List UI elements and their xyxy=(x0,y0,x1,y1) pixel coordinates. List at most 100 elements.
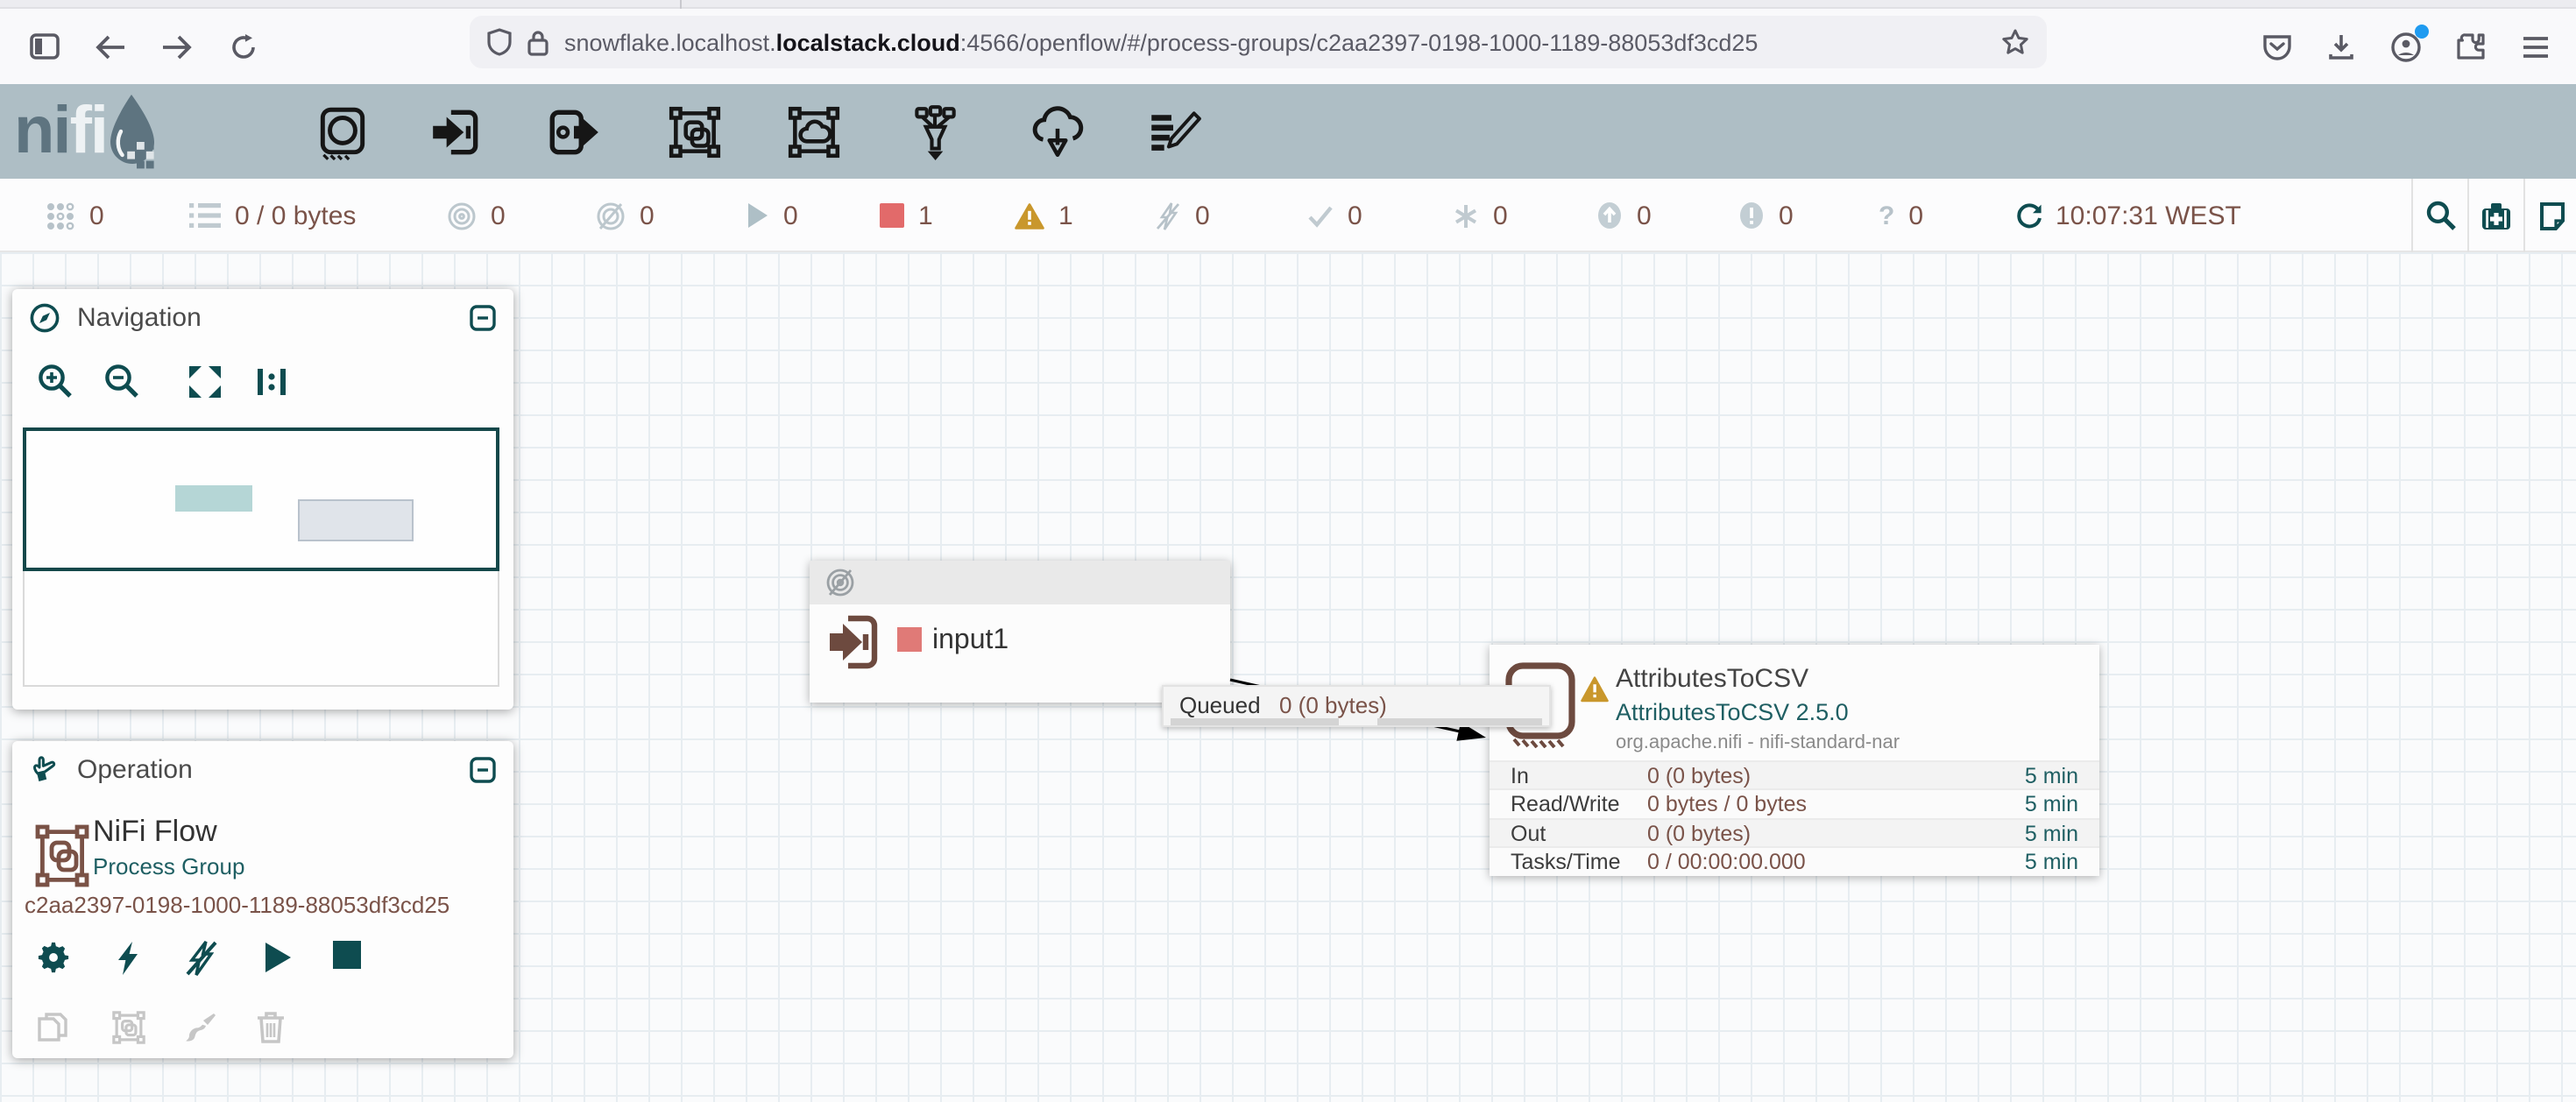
flow-analysis-button[interactable] xyxy=(2467,179,2523,252)
status-disabled: 0 xyxy=(1155,179,1210,252)
selection-type: Process Group xyxy=(93,853,244,879)
drag-process-group-icon[interactable] xyxy=(645,84,743,179)
drag-output-port-icon[interactable] xyxy=(524,84,622,179)
input-port-icon xyxy=(827,611,880,683)
nifi-logo: nifi xyxy=(14,93,163,170)
account-notification-dot xyxy=(2415,24,2429,38)
input-port-header xyxy=(810,561,1230,604)
nifi-toolbar: nifi xyxy=(0,84,2576,179)
question-icon: ? xyxy=(1879,201,1894,230)
warning-triangle-icon xyxy=(1015,202,1044,229)
zoom-in-icon[interactable] xyxy=(37,363,74,408)
search-button[interactable] xyxy=(2411,179,2467,252)
asterisk-icon xyxy=(1453,202,1479,229)
tab-strip xyxy=(0,0,2576,9)
zoom-actual-size-icon[interactable] xyxy=(254,364,289,408)
drag-input-port-icon[interactable] xyxy=(407,84,505,179)
status-invalid: 1 xyxy=(1015,179,1073,252)
tab-divider xyxy=(680,0,682,9)
drag-funnel-icon[interactable] xyxy=(885,84,983,179)
address-bar[interactable]: snowflake.localhost.localstack.cloud:456… xyxy=(470,16,2047,68)
status-running: 0 xyxy=(745,179,798,252)
input-port-component[interactable]: input1 xyxy=(810,561,1230,703)
stat-row-in: In 0 (0 bytes) 5 min xyxy=(1490,759,2099,788)
browser-menu-icon[interactable] xyxy=(2509,20,2562,73)
queued-value: 0 (0 bytes) xyxy=(1279,692,1387,718)
zoom-out-icon[interactable] xyxy=(103,363,140,408)
bulletin-board-button[interactable] xyxy=(2523,179,2576,252)
navigation-collapse-icon[interactable] xyxy=(470,304,496,330)
status-locally-modified: 0 xyxy=(1453,179,1508,252)
drag-template-icon[interactable] xyxy=(1008,84,1106,179)
pocket-icon[interactable] xyxy=(2250,20,2303,73)
sidebar-toggle-icon[interactable] xyxy=(18,20,70,73)
stop-square-icon[interactable] xyxy=(333,941,361,978)
operation-title: Operation xyxy=(77,754,193,784)
minimap-input-port-rect xyxy=(175,485,252,512)
refresh-time: 10:07:31 WEST xyxy=(2056,201,2241,230)
operation-panel: Operation NiFi Flow Process Group c2aa23… xyxy=(12,741,513,1058)
downloads-icon[interactable] xyxy=(2315,20,2367,73)
flow-canvas[interactable]: Navigation xyxy=(0,252,2576,1102)
processor-name: AttributesToCSV xyxy=(1616,664,1808,694)
lock-icon[interactable] xyxy=(527,29,548,55)
drag-remote-process-group-icon[interactable] xyxy=(764,84,862,179)
nifi-logo-fi: fi xyxy=(70,94,107,169)
url-text[interactable]: snowflake.localhost.localstack.cloud:456… xyxy=(564,29,1758,55)
configure-gear-icon[interactable] xyxy=(37,941,70,983)
reload-icon[interactable] xyxy=(217,20,270,73)
status-queued: 0 / 0 bytes xyxy=(189,179,356,252)
backpressure-bar xyxy=(1377,718,1542,724)
processor-component[interactable]: AttributesToCSV AttributesToCSV 2.5.0 or… xyxy=(1490,645,2099,876)
disable-bolt-icon[interactable] xyxy=(184,941,219,985)
copy-icon[interactable] xyxy=(37,1011,68,1051)
back-icon[interactable] xyxy=(84,20,137,73)
browser-chrome: snowflake.localhost.localstack.cloud:456… xyxy=(0,0,2576,84)
first-aid-kit-icon xyxy=(2480,201,2513,230)
compass-icon xyxy=(30,302,60,332)
stat-row-readwrite: Read/Write 0 bytes / 0 bytes 5 min xyxy=(1490,788,2099,817)
status-up-to-date: 0 xyxy=(1307,179,1362,252)
status-transmitting: 0 xyxy=(447,179,506,252)
status-stale: 0 xyxy=(1596,179,1652,252)
queued-list-icon xyxy=(189,201,221,230)
minimap-outside-area[interactable] xyxy=(23,571,499,687)
paintbrush-icon[interactable] xyxy=(184,1011,217,1053)
trash-icon[interactable] xyxy=(256,1011,286,1053)
sticky-note-icon xyxy=(2537,201,2567,230)
exclamation-circle-icon xyxy=(1738,201,1765,230)
disabled-bolt-icon xyxy=(1155,201,1181,230)
status-locally-modified-stale: 0 xyxy=(1738,179,1794,252)
processor-warning-icon xyxy=(1581,676,1609,711)
queue-size-bar xyxy=(1171,718,1339,724)
forward-icon[interactable] xyxy=(151,20,203,73)
running-play-icon xyxy=(745,201,769,230)
enable-bolt-icon[interactable] xyxy=(116,941,140,985)
not-transmitting-icon xyxy=(596,201,626,230)
operation-collapse-icon[interactable] xyxy=(470,756,496,782)
search-icon xyxy=(2424,200,2456,231)
hand-glove-icon xyxy=(30,754,60,784)
check-icon xyxy=(1307,204,1334,227)
group-icon[interactable] xyxy=(112,1011,145,1053)
stale-up-arrow-icon xyxy=(1596,201,1623,230)
status-refresh: 10:07:31 WEST xyxy=(2015,179,2241,252)
process-group-icon xyxy=(35,823,89,897)
start-play-icon[interactable] xyxy=(263,941,293,983)
drag-processor-icon[interactable] xyxy=(293,84,391,179)
connection-queued-label[interactable]: Queued 0 (0 bytes) xyxy=(1162,685,1551,727)
extensions-puzzle-icon[interactable] xyxy=(2445,20,2497,73)
minimap-processor-rect xyxy=(298,499,414,541)
birdseye-minimap[interactable] xyxy=(23,427,499,687)
input-port-name: input1 xyxy=(932,625,1008,657)
navigation-panel: Navigation xyxy=(12,289,513,710)
threads-grid-icon xyxy=(46,201,75,230)
transmitting-icon xyxy=(447,201,477,230)
bookmark-star-icon[interactable] xyxy=(2001,28,2029,56)
status-sync-failure: ? 0 xyxy=(1879,179,1923,252)
shield-icon[interactable] xyxy=(487,28,512,56)
account-icon[interactable] xyxy=(2380,20,2432,73)
minimap-viewport[interactable] xyxy=(23,427,499,571)
drag-label-icon[interactable] xyxy=(1123,84,1221,179)
zoom-fit-icon[interactable] xyxy=(188,364,223,408)
